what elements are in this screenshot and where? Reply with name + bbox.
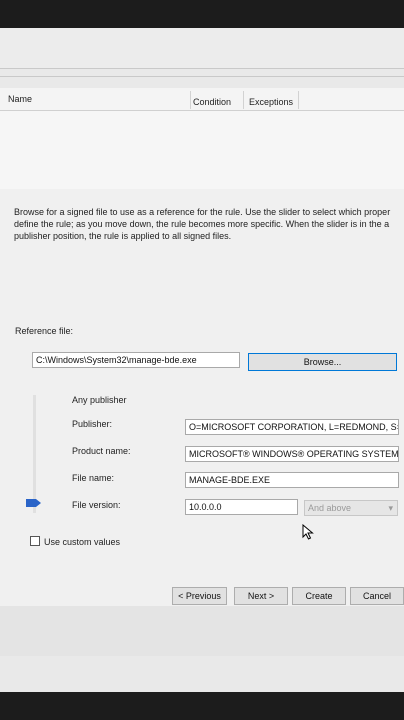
column-condition[interactable]: Condition [193, 97, 231, 107]
publisher-label: Publisher: [72, 419, 113, 429]
column-name[interactable]: Name [8, 94, 32, 104]
column-divider [298, 91, 299, 109]
any-publisher-label: Any publisher [72, 395, 127, 405]
version-mode-dropdown[interactable]: And above ▾ [304, 500, 398, 516]
file-name-field[interactable]: MANAGE-BDE.EXE [185, 472, 399, 488]
column-divider [243, 91, 244, 109]
separator [0, 68, 404, 69]
column-divider [190, 91, 191, 109]
custom-values-label[interactable]: Use custom values [44, 537, 120, 547]
previous-button[interactable]: < Previous [172, 587, 227, 605]
mouse-cursor-icon [302, 524, 314, 540]
status-strip [0, 606, 404, 656]
slider-thumb-icon[interactable] [26, 498, 42, 508]
version-mode-value: And above [308, 503, 352, 513]
column-exceptions[interactable]: Exceptions [249, 97, 293, 107]
reference-file-label: Reference file: [15, 326, 74, 336]
top-strip [0, 28, 404, 68]
product-name-label: Product name: [72, 446, 131, 456]
next-button[interactable]: Next > [234, 587, 288, 605]
product-name-field[interactable]: MICROSOFT® WINDOWS® OPERATING SYSTEM [185, 446, 399, 462]
description-line: define the rule; as you move down, the r… [14, 219, 390, 229]
browse-button[interactable]: Browse... [248, 353, 397, 371]
custom-values-checkbox[interactable] [30, 536, 40, 546]
description-line: publisher position, the rule is applied … [14, 231, 232, 241]
description-text: Browse for a signed file to use as a ref… [14, 206, 404, 242]
description-line: Browse for a signed file to use as a ref… [14, 207, 391, 217]
file-name-label: File name: [72, 473, 115, 483]
cancel-button[interactable]: Cancel [350, 587, 404, 605]
rules-list[interactable] [0, 111, 404, 189]
file-version-label: File version: [72, 500, 121, 510]
reference-file-field[interactable]: C:\Windows\System32\manage-bde.exe [32, 352, 240, 368]
chevron-down-icon: ▾ [388, 503, 393, 513]
create-button[interactable]: Create [292, 587, 346, 605]
rule-dialog [0, 189, 404, 619]
publisher-field[interactable]: O=MICROSOFT CORPORATION, L=REDMOND, S=V [185, 419, 399, 435]
separator [0, 76, 404, 77]
slider-track[interactable] [33, 395, 36, 513]
file-version-field[interactable]: 10.0.0.0 [185, 499, 298, 515]
